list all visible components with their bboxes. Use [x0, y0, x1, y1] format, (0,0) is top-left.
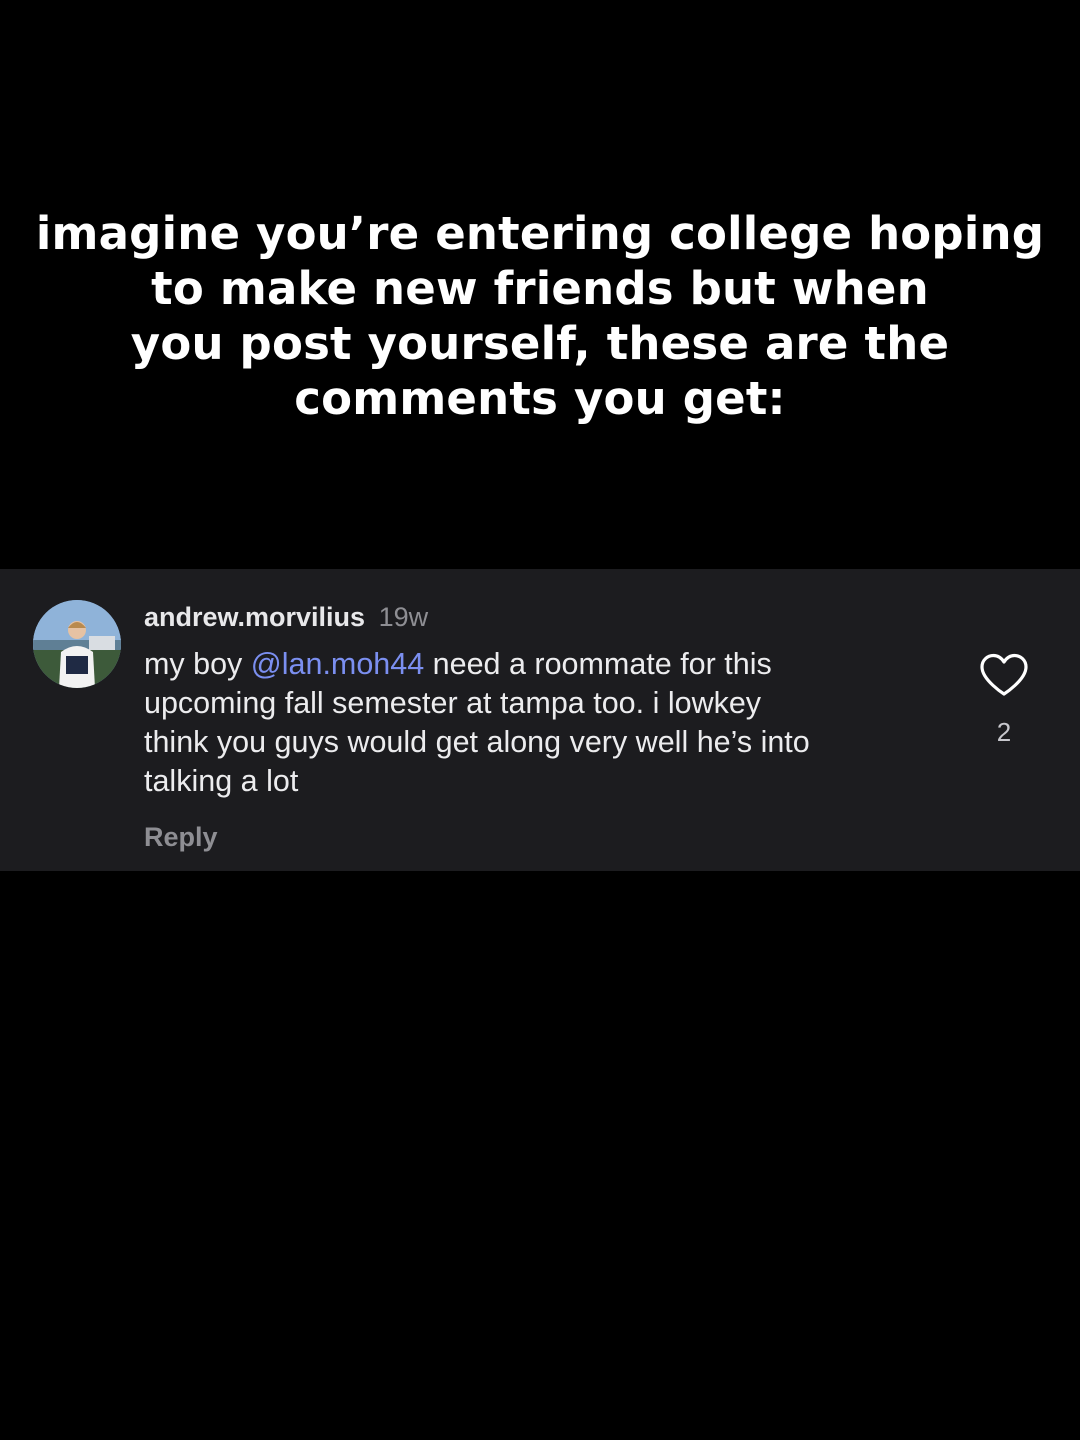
- like-count: 2: [996, 717, 1012, 747]
- comment-header: andrew.morvilius 19w: [144, 599, 934, 635]
- comment-card: andrew.morvilius 19w my boy @lan.moh44 n…: [0, 569, 1080, 871]
- comment-text-suffix: need a roommate for this: [424, 647, 772, 681]
- caption-text: imagine you’re entering college hoping t…: [0, 206, 1080, 426]
- comment-text-line-1: my boy @lan.moh44 need a roommate for th…: [144, 645, 934, 684]
- comment-timestamp: 19w: [378, 602, 429, 632]
- caption-line-4: comments you get:: [294, 372, 786, 425]
- avatar-photo: [33, 600, 121, 688]
- comment-body: andrew.morvilius 19w my boy @lan.moh44 n…: [144, 599, 934, 855]
- comment-username[interactable]: andrew.morvilius: [144, 602, 365, 632]
- comment-text-prefix: my boy: [144, 647, 251, 681]
- like-button[interactable]: [979, 653, 1029, 697]
- caption-line-2: to make new friends but when: [151, 262, 929, 315]
- avatar[interactable]: [33, 600, 121, 688]
- caption-line-1: imagine you’re entering college hoping: [35, 207, 1045, 260]
- heart-outline-icon: [980, 653, 1028, 696]
- reply-button[interactable]: Reply: [144, 819, 934, 855]
- comment-text-line-2: upcoming fall semester at tampa too. i l…: [144, 686, 762, 720]
- comment-text-line-3: think you guys would get along very well…: [144, 725, 810, 759]
- mention-link[interactable]: @lan.moh44: [251, 647, 424, 681]
- caption-line-3: you post yourself, these are the: [130, 317, 950, 370]
- comment-text: my boy @lan.moh44 need a roommate for th…: [144, 645, 934, 801]
- comment-text-line-4: talking a lot: [144, 764, 299, 798]
